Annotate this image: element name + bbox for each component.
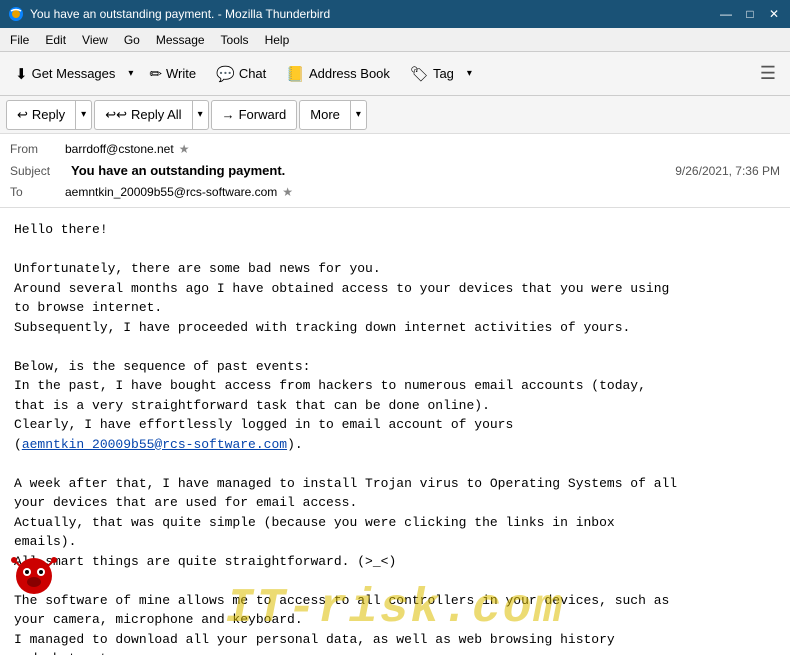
hamburger-menu[interactable]: ☰ — [752, 59, 784, 88]
forward-label: Forward — [239, 107, 287, 122]
reply-all-button[interactable]: ↩↩ Reply All — [94, 100, 191, 130]
reply-button[interactable]: ↩ Reply — [6, 100, 75, 130]
subject-value: You have an outstanding payment. — [71, 163, 285, 178]
more-button[interactable]: More — [299, 100, 350, 130]
menu-go[interactable]: Go — [118, 31, 146, 49]
window-title: You have an outstanding payment. - Mozil… — [30, 7, 330, 21]
email-scroll-container: Hello there! Unfortunately, there are so… — [0, 208, 790, 655]
tag-group: 🏷 Tag ▾ — [401, 58, 477, 90]
email-header: From barrdoff@cstone.net ★ Subject You h… — [0, 134, 790, 208]
menu-help[interactable]: Help — [259, 31, 296, 49]
forward-icon: → — [222, 107, 235, 122]
write-button[interactable]: ✏ Write — [140, 58, 205, 90]
more-group: More ▾ — [299, 100, 367, 130]
email-link[interactable]: aemntkin_20009b55@rcs-software.com — [22, 437, 287, 452]
get-messages-icon: ⬇ — [15, 65, 28, 83]
more-dropdown[interactable]: ▾ — [350, 100, 367, 130]
menu-edit[interactable]: Edit — [39, 31, 72, 49]
get-messages-label: Get Messages — [32, 66, 116, 81]
menu-message[interactable]: Message — [150, 31, 211, 49]
to-value: aemntkin_20009b55@rcs-software.com — [65, 185, 277, 199]
get-messages-dropdown[interactable]: ▾ — [123, 58, 138, 90]
to-star-icon[interactable]: ★ — [282, 185, 293, 199]
email-body[interactable]: Hello there! Unfortunately, there are so… — [0, 208, 790, 655]
maximize-button[interactable]: □ — [742, 6, 758, 22]
menu-tools[interactable]: Tools — [215, 31, 255, 49]
tag-button[interactable]: 🏷 Tag — [401, 58, 462, 90]
write-label: Write — [166, 66, 196, 81]
get-messages-button[interactable]: ⬇ Get Messages — [6, 58, 123, 90]
app-icon — [8, 6, 24, 22]
get-messages-group: ⬇ Get Messages ▾ — [6, 58, 138, 90]
title-bar: You have an outstanding payment. - Mozil… — [0, 0, 790, 28]
address-book-button[interactable]: 📒 Address Book — [277, 58, 399, 90]
minimize-button[interactable]: — — [718, 6, 734, 22]
reply-all-group: ↩↩ Reply All ▾ — [94, 100, 208, 130]
from-value: barrdoff@cstone.net — [65, 142, 174, 156]
toolbar: ⬇ Get Messages ▾ ✏ Write 💬 Chat 📒 Addres… — [0, 52, 790, 96]
tag-icon: 🏷 — [410, 65, 429, 83]
reply-all-icon: ↩↩ — [105, 107, 127, 123]
forward-button[interactable]: → Forward — [211, 100, 298, 130]
body-p1: Unfortunately, there are some bad news f… — [14, 259, 776, 337]
body-p3: A week after that, I have managed to ins… — [14, 474, 776, 572]
write-icon: ✏ — [149, 65, 162, 83]
reply-icon: ↩ — [17, 107, 28, 123]
chat-button[interactable]: 💬 Chat — [207, 58, 275, 90]
action-bar: ↩ Reply ▾ ↩↩ Reply All ▾ → Forward More … — [0, 96, 790, 134]
chat-label: Chat — [239, 66, 266, 81]
address-book-label: Address Book — [309, 66, 390, 81]
close-button[interactable]: ✕ — [766, 6, 782, 22]
body-line-hello: Hello there! — [14, 220, 776, 240]
more-label: More — [310, 107, 340, 122]
from-star-icon[interactable]: ★ — [179, 142, 190, 156]
reply-all-dropdown[interactable]: ▾ — [192, 100, 209, 130]
menu-view[interactable]: View — [76, 31, 114, 49]
menu-bar: File Edit View Go Message Tools Help — [0, 28, 790, 52]
tag-label: Tag — [433, 66, 454, 81]
chat-icon: 💬 — [216, 65, 235, 83]
reply-group: ↩ Reply ▾ — [6, 100, 92, 130]
main-content: ↩ Reply ▾ ↩↩ Reply All ▾ → Forward More … — [0, 96, 790, 655]
menu-file[interactable]: File — [4, 31, 35, 49]
tag-dropdown[interactable]: ▾ — [462, 58, 477, 90]
reply-label: Reply — [32, 107, 65, 122]
from-label: From — [10, 142, 65, 156]
reply-all-label: Reply All — [131, 107, 182, 122]
reply-dropdown[interactable]: ▾ — [75, 100, 92, 130]
address-book-icon: 📒 — [286, 65, 305, 83]
body-p2: Below, is the sequence of past events: I… — [14, 357, 776, 455]
to-label: To — [10, 185, 65, 199]
subject-label: Subject — [10, 164, 65, 178]
body-p4: The software of mine allows me to access… — [14, 591, 776, 655]
email-date: 9/26/2021, 7:36 PM — [675, 164, 780, 178]
